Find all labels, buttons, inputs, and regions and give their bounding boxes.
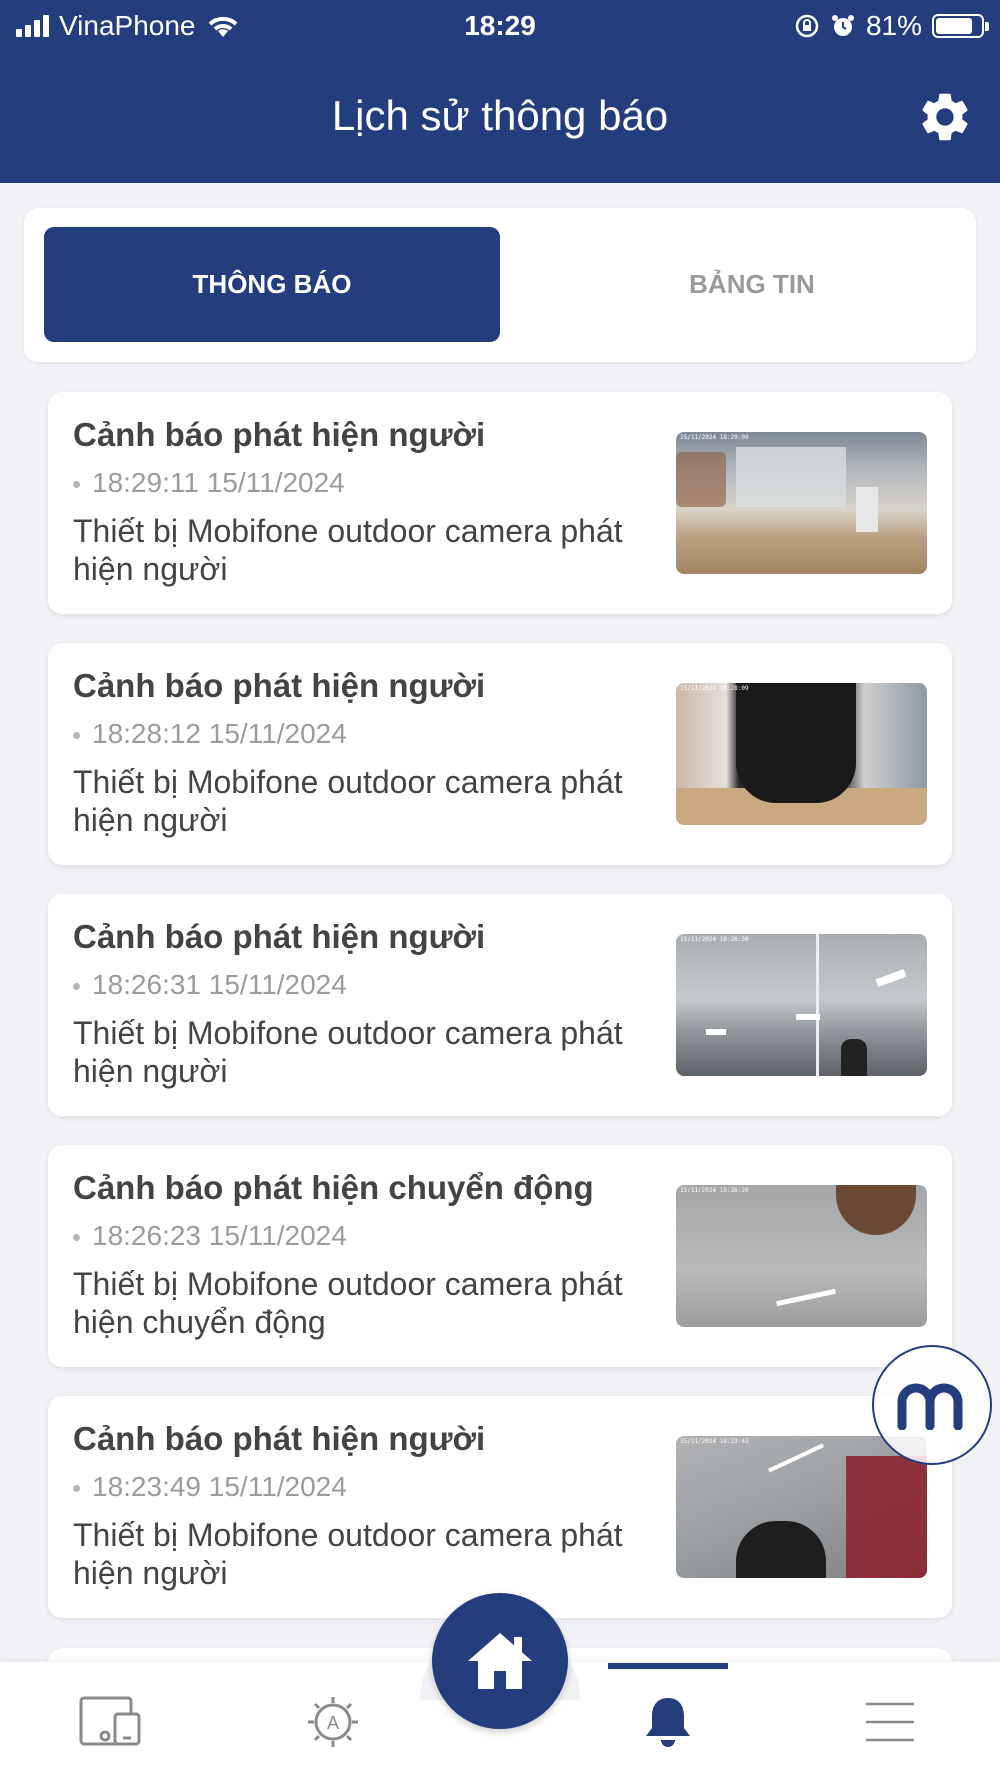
svg-text:A: A: [327, 1713, 339, 1733]
notification-description: Thiết bị Mobifone outdoor camera phát hi…: [73, 1517, 623, 1591]
battery-icon: [932, 14, 989, 38]
devices-icon: [79, 1696, 141, 1746]
thumbnail-timestamp: 15/11/2024 18:26:20: [680, 1187, 749, 1194]
notification-card[interactable]: Cảnh báo phát hiện người 18:23:49 15/11/…: [48, 1396, 952, 1618]
menu-icon: [866, 1702, 914, 1742]
notification-description: Thiết bị Mobifone outdoor camera phát hi…: [73, 1015, 623, 1089]
notification-card[interactable]: Cảnh báo phát hiện người 18:28:12 15/11/…: [48, 643, 952, 865]
alarm-icon: [831, 15, 854, 36]
mobifone-logo-icon: [897, 1383, 963, 1430]
thumbnail-timestamp: 15/11/2024 18:29:09: [680, 434, 749, 441]
notification-description: Thiết bị Mobifone outdoor camera phát hi…: [73, 764, 623, 838]
notification-title: Cảnh báo phát hiện chuyển động: [73, 1169, 594, 1206]
notification-time: 18:28:12 15/11/2024: [73, 718, 347, 750]
settings-button[interactable]: [916, 88, 974, 146]
gear-icon: [922, 93, 968, 141]
camera-thumbnail[interactable]: 15/11/2024 18:28:09: [676, 683, 927, 825]
page-title: Lịch sử thông báo: [331, 92, 669, 139]
camera-thumbnail[interactable]: 15/11/2024 18:29:09: [676, 432, 927, 574]
status-right: 81%: [794, 10, 989, 42]
nav-notifications[interactable]: [633, 1692, 703, 1752]
notification-title: Cảnh báo phát hiện người: [73, 918, 486, 955]
camera-thumbnail[interactable]: 15/11/2024 18:26:20: [676, 1185, 927, 1327]
camera-thumbnail[interactable]: 15/11/2024 18:23:43: [676, 1436, 927, 1578]
thumbnail-timestamp: 15/11/2024 18:28:09: [680, 685, 749, 692]
notification-title: Cảnh báo phát hiện người: [73, 416, 486, 453]
nav-automation[interactable]: A: [298, 1692, 368, 1752]
tab-news[interactable]: BẢNG TIN: [524, 227, 980, 342]
bell-icon: [646, 1698, 690, 1747]
notification-time: 18:26:31 15/11/2024: [73, 969, 347, 1001]
rotation-lock-icon: [795, 14, 819, 38]
notification-card[interactable]: Cảnh báo phát hiện người 18:29:11 15/11/…: [48, 392, 952, 614]
tab-bar: THÔNG BÁO BẢNG TIN: [24, 208, 976, 362]
nav-menu[interactable]: [855, 1692, 925, 1752]
mobifone-assistant-button[interactable]: [872, 1345, 992, 1465]
notification-title: Cảnh báo phát hiện người: [73, 667, 486, 704]
notification-card[interactable]: Cảnh báo phát hiện người 18:26:31 15/11/…: [48, 894, 952, 1116]
battery-percent: 81%: [865, 10, 922, 41]
active-tab-indicator: [608, 1663, 728, 1669]
nav-devices[interactable]: [76, 1692, 146, 1752]
notification-time: 18:29:11 15/11/2024: [73, 467, 345, 499]
notification-time: 18:23:49 15/11/2024: [73, 1471, 347, 1503]
thumbnail-timestamp: 15/11/2024 18:26:30: [680, 936, 749, 943]
camera-thumbnail[interactable]: 15/11/2024 18:26:30: [676, 934, 927, 1076]
nav-home[interactable]: [432, 1593, 568, 1729]
notification-description: Thiết bị Mobifone outdoor camera phát hi…: [73, 1266, 623, 1340]
notification-time: 18:26:23 15/11/2024: [73, 1220, 347, 1252]
thumbnail-timestamp: 15/11/2024 18:23:43: [680, 1438, 749, 1445]
notification-description: Thiết bị Mobifone outdoor camera phát hi…: [73, 513, 623, 587]
notification-title: Cảnh báo phát hiện người: [73, 1420, 486, 1457]
home-icon: [468, 1633, 532, 1689]
automation-icon: A: [308, 1697, 358, 1747]
header: VinaPhone 18:29 81% Lịch sử thông báo: [0, 0, 1000, 183]
notification-card[interactable]: Cảnh báo phát hiện chuyển động 18:26:23 …: [48, 1145, 952, 1367]
tab-notifications[interactable]: THÔNG BÁO: [44, 227, 500, 342]
status-bar: VinaPhone 18:29 81%: [0, 0, 1000, 52]
